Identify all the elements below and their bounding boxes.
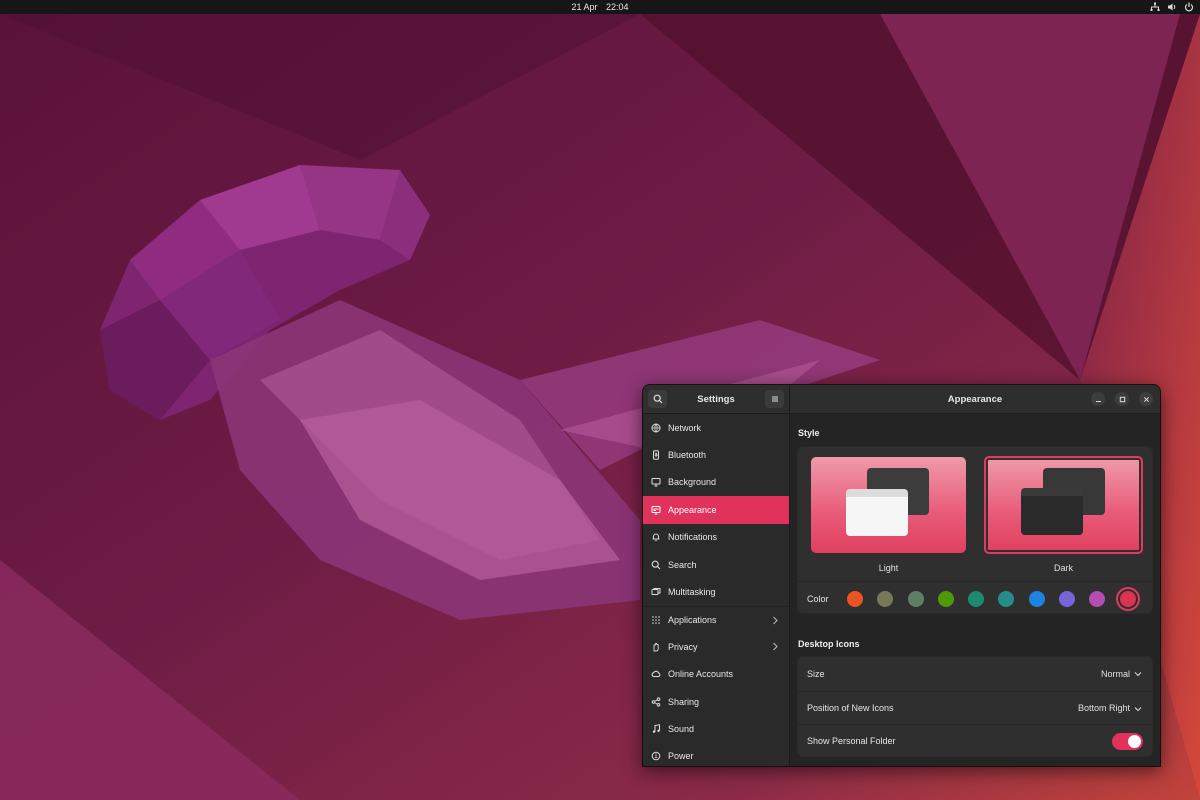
color-label: Color [807,593,829,604]
style-section-title: Style [798,428,820,438]
sidebar-item-label: Notifications [668,532,718,543]
accent-color-swatch[interactable] [877,590,894,607]
new-icons-position-value: Bottom Right [1077,702,1130,713]
sidebar-item-bluetooth[interactable]: Bluetooth [643,441,789,468]
sidebar-item-applications[interactable]: Applications [643,605,789,633]
accent-color-swatch[interactable] [1059,590,1076,607]
sidebar-item-sound[interactable]: Sound [643,715,789,742]
desktop-icons-section-title: Desktop Icons [798,639,860,649]
close-button[interactable] [1139,392,1153,406]
minimize-icon [1095,400,1101,402]
top-bar: 21 Apr 22:04 [0,0,1200,14]
appearance-icon [651,505,661,515]
time-label: 22:04 [606,2,629,12]
sidebar-item-label: Applications [668,614,717,625]
globe-icon [651,423,661,433]
power-icon [651,751,661,761]
sidebar-item-label: Privacy [668,641,698,652]
sidebar-item-notifications[interactable]: Notifications [643,524,789,551]
sidebar-item-multitasking[interactable]: Multitasking [643,578,789,605]
accent-color-swatches [847,590,1136,607]
sidebar-item-network[interactable]: Network [643,414,789,441]
sidebar-item-label: Sound [668,723,695,734]
sidebar-item-label: Search [668,559,697,570]
share-icon [651,696,661,707]
sidebar-item-power[interactable]: Power [643,743,789,766]
menu-button[interactable] [765,390,784,408]
accent-color-swatch[interactable] [998,590,1015,607]
date-label: 21 Apr [571,2,598,12]
sidebar-item-label: Power [668,751,694,762]
chevron-down-icon [1134,706,1142,711]
settings-window: Settings Network Bluetooth Background Appea… [642,384,1161,767]
maximize-button[interactable] [1115,392,1129,406]
new-icons-position-label: Position of New Icons [807,702,894,713]
chevron-right-icon [773,642,778,651]
minimize-button[interactable] [1091,392,1105,406]
search-icon [651,560,661,570]
power-icon[interactable] [1184,2,1194,12]
desktop-icons-card: Size Normal Position of New Icons Bottom… [797,656,1153,757]
music-note-icon [651,724,661,734]
content-header: Appearance [790,385,1160,414]
accent-color-swatch[interactable] [907,590,924,607]
network-icon[interactable] [1150,2,1160,12]
monitor-icon [651,477,661,487]
settings-sidebar: Settings Network Bluetooth Background Appea… [643,385,790,766]
multitasking-icon [651,587,661,597]
icon-size-value: Normal [1100,668,1130,679]
light-theme-label: Light [878,563,899,573]
accent-color-swatch[interactable] [847,590,863,607]
new-icons-position-row[interactable]: Position of New Icons Bottom Right [798,690,1152,725]
chevron-down-icon [1134,672,1142,677]
dark-theme-label: Dark [1053,563,1073,573]
light-theme-option[interactable] [811,457,966,553]
sidebar-item-label: Sharing [668,696,700,707]
accent-color-row: Color [798,581,1152,615]
sidebar-item-search[interactable]: Search [643,551,789,578]
personal-folder-row: Show Personal Folder [798,724,1152,758]
bluetooth-icon [651,450,661,460]
hand-icon [651,642,661,652]
sidebar-item-label: Appearance [668,504,717,515]
icon-size-row[interactable]: Size Normal [798,657,1152,691]
cloud-icon [651,669,661,679]
toggle-knob [1128,735,1141,749]
sidebar-list: Network Bluetooth Background Appearance Noti… [643,414,789,766]
accent-color-swatch[interactable] [937,590,954,607]
sidebar-item-background[interactable]: Background [643,469,789,496]
sidebar-item-label: Bluetooth [668,450,707,461]
accent-color-swatch[interactable] [1119,590,1136,607]
icon-size-label: Size [807,668,825,679]
sidebar-item-label: Online Accounts [668,669,734,680]
sidebar-item-online-accounts[interactable]: Online Accounts [643,661,789,688]
accent-color-swatch[interactable] [1028,590,1045,607]
chevron-right-icon [773,616,778,625]
preview-front-window [846,489,908,536]
personal-folder-toggle[interactable] [1112,733,1143,751]
clock[interactable]: 21 Apr 22:04 [0,0,1200,14]
sidebar-item-sharing[interactable]: Sharing [643,688,789,715]
accent-color-swatch[interactable] [1089,590,1106,607]
hamburger-icon [771,396,778,402]
sidebar-item-label: Background [668,477,717,488]
dark-theme-option[interactable] [984,456,1143,554]
sidebar-item-appearance[interactable]: Appearance [643,496,789,524]
sidebar-item-label: Multitasking [668,587,716,598]
sidebar-item-privacy[interactable]: Privacy [643,633,789,660]
volume-icon[interactable] [1167,2,1177,12]
sidebar-item-label: Network [668,422,702,433]
personal-folder-label: Show Personal Folder [807,736,896,747]
close-icon [1143,396,1149,402]
grid-icon [651,615,661,625]
sidebar-header: Settings [643,385,789,414]
system-tray[interactable] [1150,2,1194,12]
bell-icon [651,532,661,542]
appearance-panel: Appearance Style Light Dark Color Deskto… [790,385,1160,766]
maximize-icon [1119,396,1125,402]
preview-front-window [1021,488,1083,535]
style-card: Light Dark Color [797,446,1153,614]
accent-color-swatch[interactable] [968,590,985,607]
